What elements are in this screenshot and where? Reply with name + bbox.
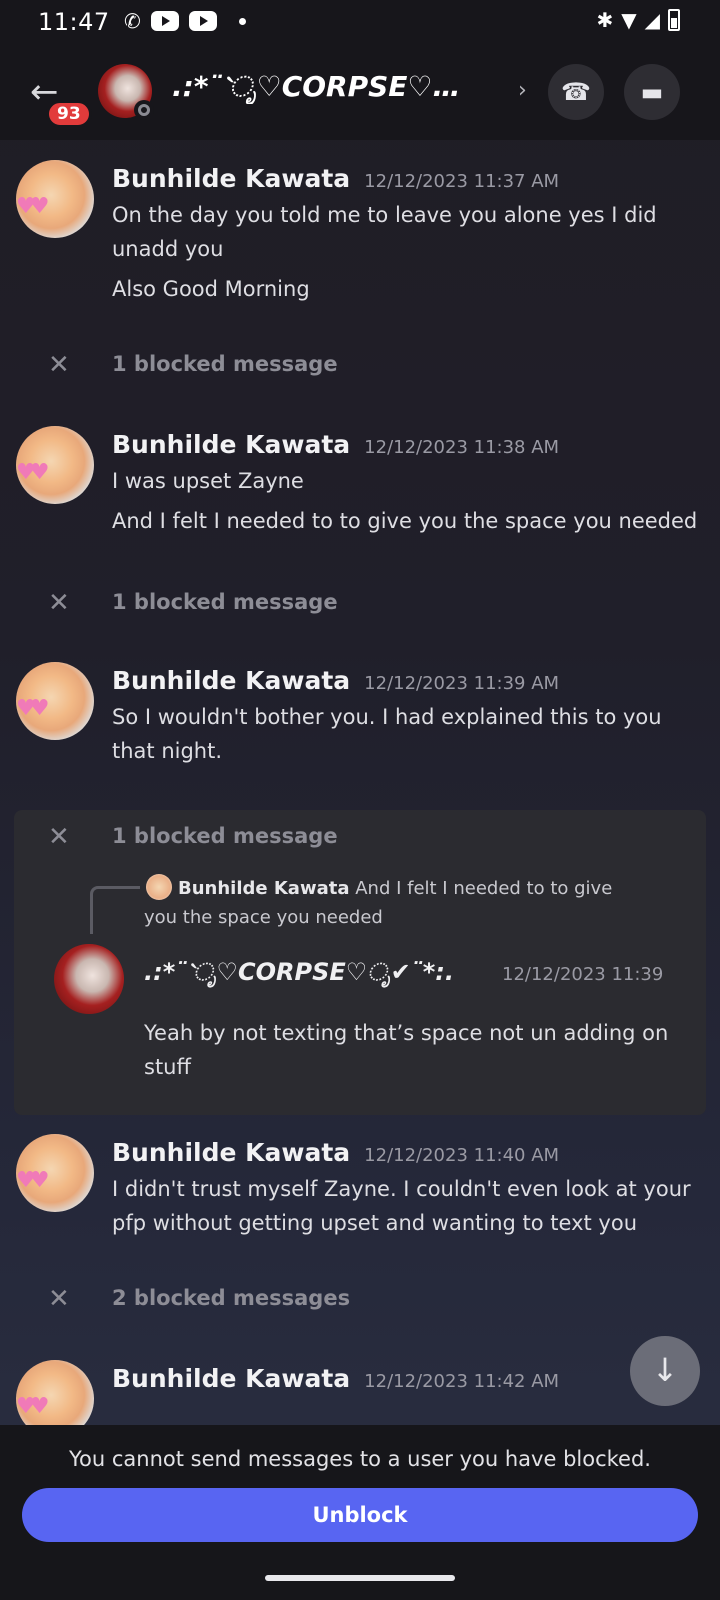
scroll-to-bottom-button[interactable]: ↓ [630, 1336, 700, 1406]
author-name[interactable]: Bunhilde Kawata [112, 666, 350, 695]
arrow-down-icon: ↓ [651, 1351, 679, 1389]
message-timestamp: 12/12/2023 11:37 AM [364, 171, 560, 192]
voice-call-button[interactable]: ☎ [548, 64, 604, 120]
youtube-icon [188, 11, 217, 31]
bluetooth-icon: ✱ [596, 8, 614, 32]
channel-title[interactable]: .:*¨`ೃ♡CORPSE♡… [172, 70, 492, 104]
reply-preview[interactable]: Bunhilde Kawata And I felt I needed to t… [144, 874, 644, 932]
close-icon[interactable]: ✕ [48, 350, 70, 380]
author-name[interactable]: .:*¨`ೃ♡CORPSE♡ೃ✔¨*:. [144, 958, 454, 986]
author-name[interactable]: Bunhilde Kawata [112, 1138, 350, 1167]
message-author[interactable]: Bunhilde Kawata 12/12/2023 11:38 AM [112, 430, 559, 459]
message-text: Yeah by not texting that’s space not un … [144, 1021, 669, 1079]
wifi-calling-icon: ✆ [124, 9, 141, 33]
reply-author: Bunhilde Kawata [178, 878, 350, 899]
blocked-message-label[interactable]: 1 blocked message [112, 352, 338, 376]
message-text: And I felt I needed to to give you the s… [112, 509, 698, 533]
reply-connector [90, 886, 140, 934]
avatar[interactable] [16, 426, 94, 504]
more-notifications-icon [238, 17, 246, 25]
video-call-button[interactable]: ▬ [624, 64, 680, 120]
blocked-notice-text: You cannot send messages to a user you h… [69, 1447, 651, 1471]
message-timestamp: 12/12/2023 11:39 [502, 964, 664, 985]
unblock-button[interactable]: Unblock [22, 1488, 698, 1542]
message-text: So I wouldn't bother you. I had explaine… [112, 705, 662, 763]
author-name[interactable]: Bunhilde Kawata [112, 164, 350, 193]
blocked-message-notice[interactable]: ✕ 1 blocked message [0, 584, 720, 624]
message-timestamp: 12/12/2023 11:42 AM [364, 1371, 560, 1392]
system-icons: ✱ ▼ ◢ [596, 8, 680, 32]
message-author[interactable]: Bunhilde Kawata 12/12/2023 11:37 AM [112, 164, 559, 193]
status-time: 11:47 [38, 8, 110, 36]
chevron-right-icon[interactable]: › [518, 78, 527, 103]
message-timestamp: 12/12/2023 11:40 AM [364, 1145, 560, 1166]
message-author[interactable]: Bunhilde Kawata 12/12/2023 11:39 AM [112, 666, 559, 695]
chat-header: ← 93 .:*¨`ೃ♡CORPSE♡… › ☎ ▬ [0, 44, 720, 140]
battery-icon [668, 9, 680, 31]
avatar[interactable] [16, 662, 94, 740]
phone-icon: ☎ [561, 78, 591, 106]
blocked-message-notice[interactable]: ✕ 2 blocked messages [0, 1280, 720, 1320]
message-author[interactable]: Bunhilde Kawata 12/12/2023 11:42 AM [112, 1364, 559, 1393]
home-indicator[interactable] [265, 1575, 455, 1581]
author-name[interactable]: Bunhilde Kawata [112, 430, 350, 459]
wifi-icon: ▼ [621, 8, 637, 32]
message-text: I didn't trust myself Zayne. I couldn't … [112, 1177, 691, 1235]
revealed-blocked-message: ✕ 1 blocked message Bunhilde Kawata And … [14, 810, 706, 1115]
message-text: I was upset Zayne [112, 469, 304, 493]
unread-badge: 93 [46, 100, 92, 128]
blocked-message-notice[interactable]: ✕ 1 blocked message [0, 346, 720, 386]
video-camera-icon: ▬ [640, 78, 664, 106]
blocked-message-label[interactable]: 1 blocked message [112, 824, 338, 848]
avatar[interactable] [54, 944, 124, 1014]
blocked-message-label[interactable]: 1 blocked message [112, 590, 338, 614]
avatar[interactable] [16, 1134, 94, 1212]
message-author[interactable]: Bunhilde Kawata 12/12/2023 11:40 AM [112, 1138, 559, 1167]
status-bar: 11:47 ✆ ✱ ▼ ◢ [0, 0, 720, 44]
author-name[interactable]: Bunhilde Kawata [112, 1364, 350, 1393]
youtube-icon [150, 11, 179, 31]
blocked-message-label[interactable]: 2 blocked messages [112, 1286, 350, 1310]
message-list[interactable]: Bunhilde Kawata 12/12/2023 11:37 AM On th… [0, 140, 720, 1425]
message-text: On the day you told me to leave you alon… [112, 203, 657, 261]
close-icon[interactable]: ✕ [48, 822, 70, 852]
close-icon[interactable]: ✕ [48, 1284, 70, 1314]
avatar[interactable] [16, 160, 94, 238]
blocked-footer: You cannot send messages to a user you h… [0, 1425, 720, 1600]
message-text: Also Good Morning [112, 277, 310, 301]
notification-icons: ✆ [124, 9, 246, 33]
signal-icon: ◢ [644, 8, 660, 32]
status-indicator-icon [134, 100, 154, 120]
close-icon[interactable]: ✕ [48, 588, 70, 618]
message-timestamp: 12/12/2023 11:39 AM [364, 673, 560, 694]
avatar[interactable] [16, 1360, 94, 1425]
message-timestamp: 12/12/2023 11:38 AM [364, 437, 560, 458]
